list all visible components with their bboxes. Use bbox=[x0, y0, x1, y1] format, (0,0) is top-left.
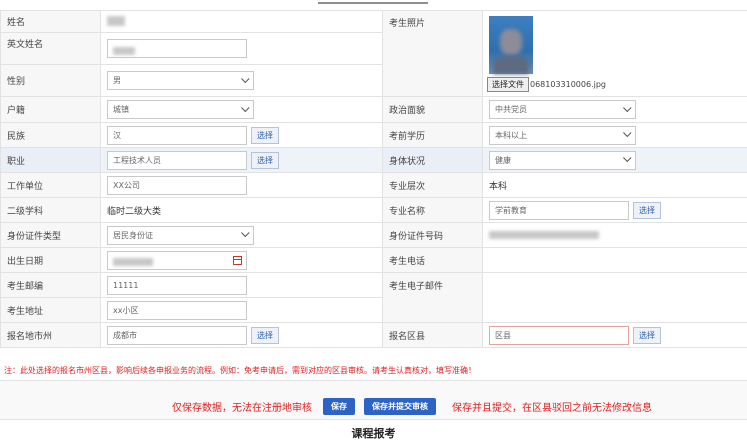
ethnicity-input[interactable]: 汉 bbox=[107, 125, 247, 145]
chevron-down-icon bbox=[623, 128, 632, 138]
label-english-name: 英文姓名 bbox=[0, 32, 101, 65]
label-postal-code: 考生邮编 bbox=[0, 272, 101, 298]
political-status-select[interactable]: 中共党员 bbox=[489, 100, 636, 119]
action-footer: 仅保存数据，无法在注册地审核 保存 保存并提交审核 保存并且提交，在区县驳回之前… bbox=[0, 380, 747, 420]
label-political-status: 政治面貌 bbox=[382, 96, 483, 123]
label-address: 考生地址 bbox=[0, 297, 101, 323]
address-input[interactable]: xx小区 bbox=[107, 300, 247, 320]
label-photo: 考生照片 bbox=[382, 10, 483, 97]
label-second-subject: 二级学科 bbox=[0, 197, 101, 223]
label-id-type: 身份证件类型 bbox=[0, 222, 101, 248]
calendar-icon[interactable] bbox=[233, 255, 242, 265]
occupation-input[interactable]: 工程技术人员 bbox=[107, 150, 247, 170]
label-work-unit: 工作单位 bbox=[0, 172, 101, 198]
major-level-value: 本科 bbox=[489, 181, 508, 192]
label-health: 身体状况 bbox=[382, 147, 483, 173]
registration-form: 姓名 考生照片 选择文件 068103310006.jpg 英文姓名 性别 男 … bbox=[0, 10, 747, 348]
label-major-level: 专业层次 bbox=[382, 172, 483, 198]
chevron-down-icon bbox=[623, 153, 632, 163]
occupation-pick-button[interactable]: 选择 bbox=[251, 151, 279, 169]
label-ethnicity: 民族 bbox=[0, 122, 101, 148]
label-household: 户籍 bbox=[0, 96, 101, 123]
ethnicity-pick-button[interactable]: 选择 bbox=[251, 126, 279, 144]
save-submit-button[interactable]: 保存并提交审核 bbox=[364, 398, 436, 415]
label-gender: 性别 bbox=[0, 64, 101, 97]
label-city: 报名地市州 bbox=[0, 322, 101, 348]
district-pick-button[interactable]: 选择 bbox=[633, 326, 661, 344]
prior-education-select[interactable]: 本科以上 bbox=[489, 125, 636, 145]
health-select[interactable]: 健康 bbox=[489, 150, 636, 170]
label-email: 考生电子邮件 bbox=[382, 272, 483, 323]
page-title-fragment bbox=[318, 0, 428, 4]
warning-note: 注：此处选择的报名市州区县，影响后续各申报业务的流程。例如：免考申请后，需到对应… bbox=[4, 366, 476, 375]
label-id-number: 身份证件号码 bbox=[382, 222, 483, 248]
second-subject-value: 临时二级大类 bbox=[107, 206, 162, 217]
label-prior-education: 考前学历 bbox=[382, 122, 483, 148]
save-hint-text: 仅保存数据，无法在注册地审核 bbox=[172, 403, 312, 414]
label-occupation: 职业 bbox=[0, 147, 101, 173]
label-name: 姓名 bbox=[0, 10, 101, 33]
major-name-input[interactable]: 学前教育 bbox=[489, 200, 629, 220]
name-value-redacted bbox=[107, 16, 125, 27]
id-type-select[interactable]: 居民身份证 bbox=[107, 225, 254, 245]
city-input[interactable]: 成都市 bbox=[107, 325, 247, 345]
postal-code-input[interactable]: 11111 bbox=[107, 275, 247, 295]
label-phone: 考生电话 bbox=[382, 247, 483, 273]
label-major-name: 专业名称 bbox=[382, 197, 483, 223]
label-birth-date: 出生日期 bbox=[0, 247, 101, 273]
save-button[interactable]: 保存 bbox=[323, 398, 355, 415]
city-pick-button[interactable]: 选择 bbox=[251, 326, 279, 344]
student-photo bbox=[489, 16, 533, 74]
district-input[interactable]: 区县 bbox=[489, 325, 629, 345]
work-unit-input[interactable]: XX公司 bbox=[107, 175, 247, 195]
major-name-pick-button[interactable]: 选择 bbox=[633, 201, 661, 219]
chevron-down-icon bbox=[623, 103, 632, 112]
page-caption: 课程报考 bbox=[351, 427, 396, 440]
birth-date-input[interactable] bbox=[107, 250, 247, 270]
gender-select[interactable]: 男 bbox=[107, 71, 254, 90]
chevron-down-icon bbox=[241, 103, 250, 112]
file-name: 068103310006.jpg bbox=[530, 80, 606, 89]
chevron-down-icon bbox=[241, 228, 250, 238]
household-select[interactable]: 城镇 bbox=[107, 100, 254, 119]
id-number-redacted bbox=[489, 230, 599, 239]
top-strip bbox=[0, 0, 747, 8]
submit-hint-text: 保存并且提交，在区县驳回之前无法修改信息 bbox=[452, 403, 652, 414]
english-name-input[interactable] bbox=[107, 39, 247, 58]
chevron-down-icon bbox=[241, 74, 250, 83]
label-district: 报名区县 bbox=[382, 322, 483, 348]
choose-file-button[interactable]: 选择文件 bbox=[487, 77, 529, 92]
